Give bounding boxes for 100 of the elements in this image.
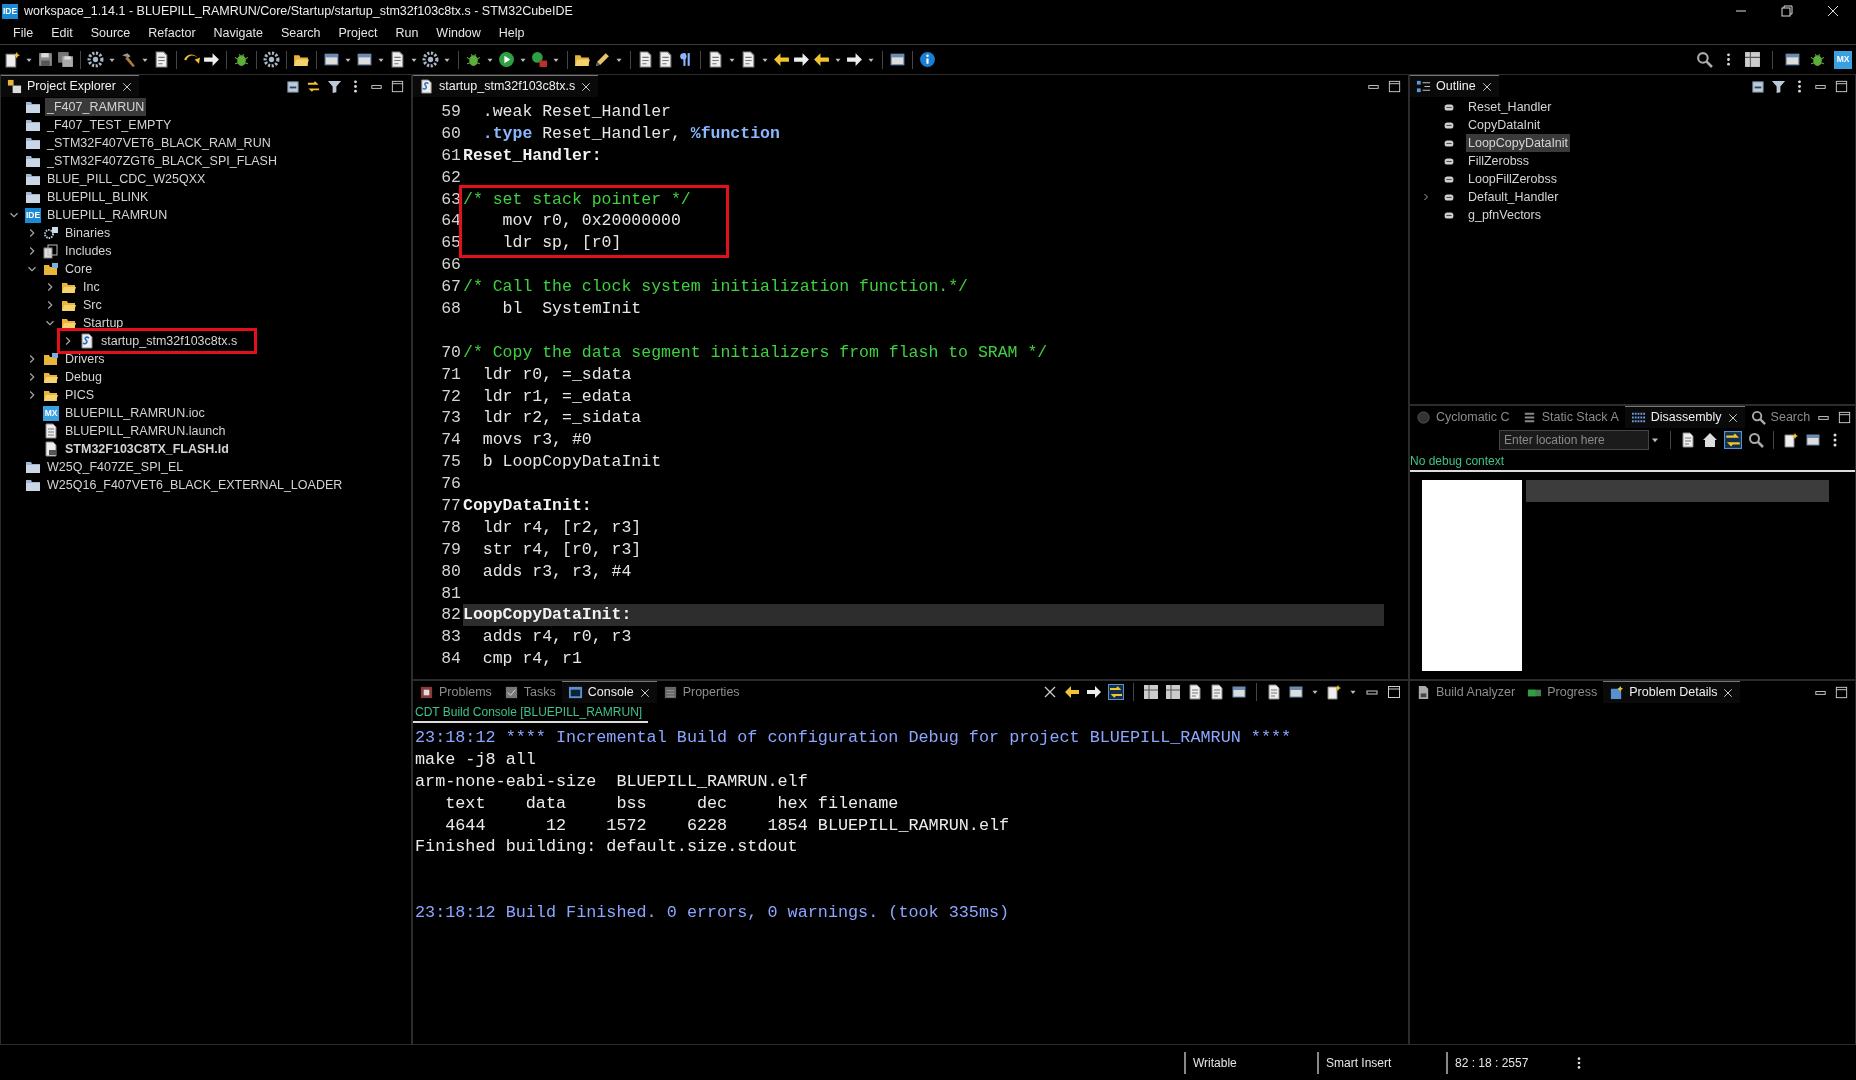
new-file-icon[interactable] bbox=[1783, 432, 1799, 448]
search-icon[interactable] bbox=[1696, 51, 1713, 68]
outline-item[interactable]: g_pfnVectors bbox=[1466, 205, 1543, 225]
page-icon[interactable] bbox=[740, 51, 757, 68]
window-icon[interactable] bbox=[1231, 684, 1247, 700]
panel-tab[interactable]: Tasks bbox=[497, 681, 562, 703]
outline-item[interactable]: Default_Handler bbox=[1466, 187, 1561, 207]
window-icon[interactable] bbox=[356, 51, 373, 68]
location-field[interactable]: Enter location here bbox=[1499, 430, 1649, 450]
filter-icon[interactable] bbox=[1771, 78, 1786, 94]
menu-item[interactable]: Search bbox=[271, 23, 330, 43]
window-icon[interactable] bbox=[889, 51, 906, 68]
tree-item[interactable]: _F407_RAMRUN bbox=[45, 97, 147, 117]
maximize-icon[interactable] bbox=[1834, 78, 1849, 94]
close-icon[interactable] bbox=[1480, 80, 1493, 93]
close-icon[interactable] bbox=[1722, 686, 1735, 699]
floppies-icon[interactable] bbox=[57, 51, 74, 68]
panel-tab[interactable]: startup_stm32f103c8tx.s bbox=[413, 75, 599, 97]
tree-item[interactable]: PICS bbox=[63, 385, 97, 405]
menu-item[interactable]: Window bbox=[427, 23, 490, 43]
gear-icon[interactable] bbox=[263, 51, 280, 68]
window-icon[interactable] bbox=[323, 51, 340, 68]
arrow-right-icon[interactable] bbox=[1086, 684, 1102, 700]
window-icon[interactable] bbox=[1784, 51, 1801, 68]
search-icon[interactable] bbox=[1748, 432, 1764, 448]
layout-icon[interactable] bbox=[1165, 684, 1181, 700]
hammer-icon[interactable] bbox=[120, 51, 137, 68]
window-icon[interactable] bbox=[1288, 684, 1304, 700]
tree-item[interactable]: Inc bbox=[81, 277, 102, 297]
tree-item[interactable]: Binaries bbox=[63, 223, 113, 243]
bug-icon[interactable] bbox=[233, 51, 250, 68]
close-icon[interactable] bbox=[1042, 684, 1058, 700]
close-icon[interactable] bbox=[580, 80, 593, 93]
filter-icon[interactable] bbox=[327, 78, 342, 94]
tree-item[interactable]: _STM32F407VET6_BLACK_RAM_RUN bbox=[45, 133, 273, 153]
arrow-left-icon[interactable] bbox=[1064, 684, 1080, 700]
panel-tab[interactable]: Static Stack A bbox=[1515, 406, 1625, 428]
arrow-right-icon[interactable] bbox=[846, 51, 863, 68]
arrow-left-icon[interactable] bbox=[813, 51, 830, 68]
panel-tab[interactable]: Outline bbox=[1410, 75, 1499, 97]
bug-icon[interactable] bbox=[1809, 51, 1826, 68]
new-file-icon[interactable] bbox=[1326, 684, 1342, 700]
panel-tab[interactable]: Problems bbox=[413, 681, 498, 703]
page-icon[interactable] bbox=[1680, 432, 1696, 448]
page-icon[interactable] bbox=[707, 51, 724, 68]
home-icon[interactable] bbox=[1702, 432, 1718, 448]
maximize-icon[interactable] bbox=[390, 78, 405, 94]
menu-item[interactable]: Project bbox=[329, 23, 387, 43]
tree-item[interactable]: BLUEPILL_BLINK bbox=[45, 187, 151, 207]
collapse-all-icon[interactable] bbox=[1750, 78, 1765, 94]
tree-item[interactable]: BLUEPILL_RAMRUN.ioc bbox=[63, 403, 207, 423]
panel-tab[interactable]: Project Explorer bbox=[1, 75, 139, 97]
close-icon[interactable] bbox=[1726, 411, 1739, 424]
menu-item[interactable]: File bbox=[4, 23, 43, 43]
tree-item[interactable]: startup_stm32f103c8tx.s bbox=[99, 331, 240, 351]
arrow-left-icon[interactable] bbox=[773, 51, 790, 68]
maximize-icon[interactable] bbox=[1834, 684, 1849, 700]
page-icon[interactable] bbox=[389, 51, 406, 68]
panel-tab[interactable]: Console bbox=[561, 681, 657, 703]
tree-item[interactable]: STM32F103C8TX_FLASH.ld bbox=[63, 439, 231, 459]
tree-item[interactable]: Debug bbox=[63, 367, 104, 387]
outline-item[interactable]: CopyDataInit bbox=[1466, 115, 1543, 135]
tree-item[interactable]: W25Q_F407ZE_SPI_EL bbox=[45, 457, 186, 477]
page-icon[interactable] bbox=[1266, 684, 1282, 700]
maximize-icon[interactable] bbox=[1837, 409, 1853, 425]
bug-icon[interactable] bbox=[465, 51, 482, 68]
panel-tab[interactable]: Cyclomatic C bbox=[1410, 406, 1516, 428]
tree-item[interactable]: _F407_TEST_EMPTY bbox=[45, 115, 174, 135]
arrow-right-icon[interactable] bbox=[793, 51, 810, 68]
menu-item[interactable]: Help bbox=[489, 23, 534, 43]
tree-item[interactable]: Includes bbox=[63, 241, 114, 261]
layout-icon[interactable] bbox=[1744, 51, 1761, 68]
tree-item[interactable]: Drivers bbox=[63, 349, 107, 369]
panel-tab[interactable]: Build Analyzer bbox=[1410, 681, 1522, 703]
sync-arrows-icon[interactable] bbox=[1724, 431, 1742, 449]
floppy-icon[interactable] bbox=[37, 51, 54, 68]
gear-icon[interactable] bbox=[422, 51, 439, 68]
window-icon[interactable] bbox=[1805, 432, 1821, 448]
tree-item[interactable]: Startup bbox=[81, 313, 126, 333]
page-icon[interactable] bbox=[637, 51, 654, 68]
panel-tab[interactable]: Properties bbox=[656, 681, 746, 703]
maximize-icon[interactable] bbox=[1386, 684, 1402, 700]
play-icon[interactable] bbox=[498, 51, 515, 68]
gear-icon[interactable] bbox=[87, 51, 104, 68]
menu-item[interactable]: Run bbox=[386, 23, 428, 43]
panel-tab[interactable]: Search bbox=[1744, 406, 1817, 428]
outline-item[interactable]: LoopCopyDataInit bbox=[1466, 133, 1571, 153]
menu-item[interactable]: Edit bbox=[42, 23, 82, 43]
tree-item[interactable]: Core bbox=[63, 259, 95, 279]
tree-item[interactable]: Src bbox=[81, 295, 104, 315]
outline-item[interactable]: Reset_Handler bbox=[1466, 97, 1554, 117]
panel-tab[interactable]: Problem Details bbox=[1603, 681, 1741, 703]
tree-item[interactable]: BLUEPILL_RAMRUN bbox=[45, 205, 170, 225]
tree-item[interactable]: _STM32F407ZGT6_BLACK_SPI_FLASH bbox=[45, 151, 279, 171]
page-icon[interactable] bbox=[1209, 684, 1225, 700]
info-icon[interactable] bbox=[919, 51, 936, 68]
panel-tab[interactable]: Disassembly bbox=[1624, 406, 1745, 428]
layout-icon[interactable] bbox=[1143, 684, 1159, 700]
outline-item[interactable]: FillZerobss bbox=[1466, 151, 1532, 171]
new-file-icon[interactable] bbox=[4, 51, 21, 68]
